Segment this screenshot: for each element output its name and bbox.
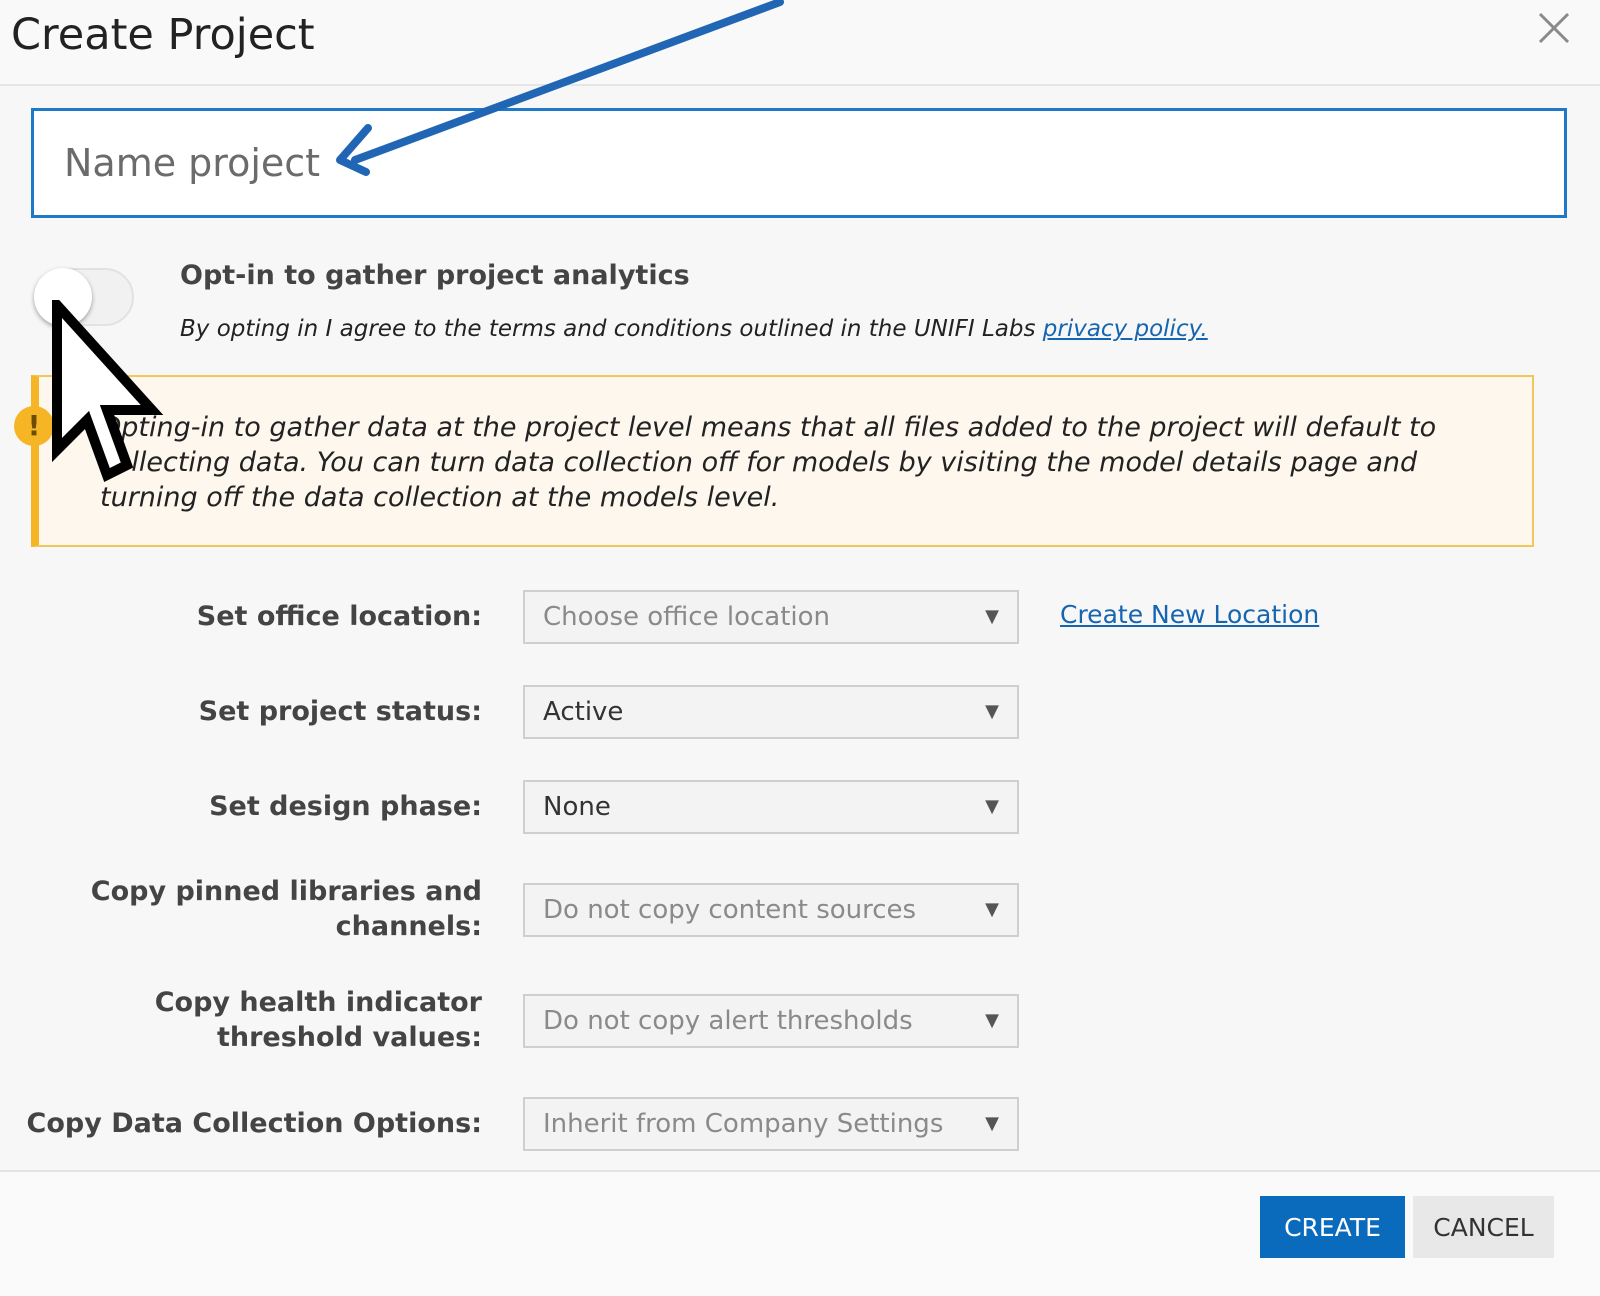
chevron-down-icon: ▼ [985, 701, 999, 722]
chevron-down-icon: ▼ [985, 796, 999, 817]
pinned-libraries-label: Copy pinned libraries and channels: [90, 876, 482, 942]
health-threshold-label: Copy health indicator threshold values: [154, 987, 482, 1053]
design-phase-value: None [543, 792, 611, 822]
cancel-button[interactable]: CANCEL [1413, 1196, 1554, 1258]
dialog-title: Create Project [11, 10, 315, 60]
analytics-description: By opting in I agree to the terms and co… [180, 316, 1208, 342]
health-threshold-select[interactable]: Do not copy alert thresholds ▼ [523, 994, 1019, 1048]
design-phase-select[interactable]: None ▼ [523, 780, 1019, 834]
close-icon[interactable] [1536, 10, 1572, 46]
office-location-label: Set office location: [196, 601, 482, 632]
project-name-input[interactable] [31, 108, 1567, 218]
data-collection-value: Inherit from Company Settings [543, 1109, 944, 1139]
toggle-knob [34, 268, 92, 326]
data-collection-label: Copy Data Collection Options: [26, 1108, 482, 1139]
design-phase-label: Set design phase: [209, 791, 482, 822]
office-location-select[interactable]: Choose office location ▼ [523, 590, 1019, 644]
pinned-libraries-select[interactable]: Do not copy content sources ▼ [523, 883, 1019, 937]
chevron-down-icon: ▼ [985, 899, 999, 920]
pinned-libraries-value: Do not copy content sources [543, 895, 917, 925]
analytics-description-text: By opting in I agree to the terms and co… [180, 316, 1043, 342]
project-status-select[interactable]: Active ▼ [523, 685, 1019, 739]
privacy-policy-link[interactable]: privacy policy. [1043, 316, 1208, 342]
dialog-header: Create Project [0, 0, 1600, 86]
data-collection-select[interactable]: Inherit from Company Settings ▼ [523, 1097, 1019, 1151]
project-status-value: Active [543, 697, 624, 727]
warning-icon: ! [14, 406, 54, 446]
chevron-down-icon: ▼ [985, 606, 999, 627]
project-status-label: Set project status: [198, 696, 482, 727]
create-new-location-link[interactable]: Create New Location [1060, 600, 1319, 629]
analytics-title: Opt-in to gather project analytics [180, 260, 690, 291]
chevron-down-icon: ▼ [985, 1010, 999, 1031]
chevron-down-icon: ▼ [985, 1113, 999, 1134]
warning-text: Opting-in to gather data at the project … [100, 412, 1437, 513]
analytics-toggle[interactable] [34, 268, 134, 326]
create-button[interactable]: CREATE [1260, 1196, 1405, 1258]
create-project-dialog: Create Project Opt-in to gather project … [0, 0, 1600, 1296]
health-threshold-value: Do not copy alert thresholds [543, 1006, 913, 1036]
office-location-value: Choose office location [543, 602, 831, 632]
